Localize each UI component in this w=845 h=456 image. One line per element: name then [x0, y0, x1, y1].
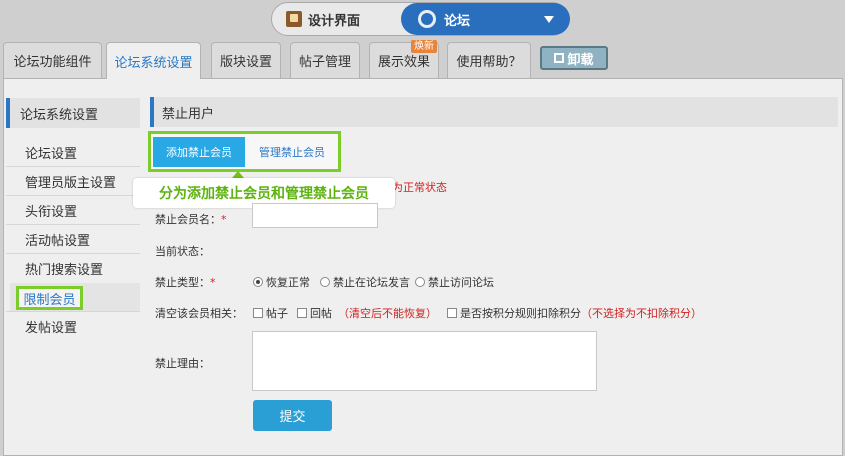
checkbox-icon [297, 308, 307, 318]
sidebar-item-activity-posts[interactable]: 活动帖设置 [25, 225, 90, 253]
box-icon [554, 53, 565, 63]
sidebar-item-posting-settings[interactable]: 发帖设置 [25, 312, 77, 340]
tab-label: 论坛功能组件 [13, 55, 92, 70]
reason-label: 禁止理由： [155, 357, 210, 370]
callout-arrow [232, 171, 244, 178]
tab-manage-banned-members[interactable]: 管理禁止会员 [255, 137, 329, 167]
submit-button[interactable]: 提交 [253, 400, 332, 431]
current-status-label: 当前状态： [155, 245, 210, 258]
clear-related-label: 清空该会员相关： [155, 307, 243, 320]
forum-mode-label: 论坛 [444, 13, 471, 29]
tab-add-banned-member[interactable]: 添加禁止会员 [153, 137, 245, 167]
status-note: 为正常状态 [392, 181, 447, 194]
tab-label: 论坛系统设置 [114, 55, 193, 71]
tab-board-settings[interactable]: 版块设置 [211, 42, 281, 78]
ban-type-label: 禁止类型：* [155, 276, 216, 289]
forum-mode-button[interactable]: 论坛 [401, 3, 570, 35]
sidebar-item-hot-search[interactable]: 热门搜索设置 [25, 254, 103, 282]
radio-ban-posting[interactable]: 禁止在论坛发言 [320, 274, 410, 290]
member-name-input[interactable] [252, 203, 378, 228]
sidebar-item-admin-moderator[interactable]: 管理员版主设置 [25, 167, 116, 195]
sidebar-item-titles[interactable]: 头衔设置 [25, 196, 77, 224]
uninstall-button[interactable]: 卸载 [540, 46, 608, 70]
checkbox-replies[interactable]: 回帖 [297, 305, 332, 321]
design-icon [286, 11, 302, 27]
member-name-label: 禁止会员名：* [155, 213, 227, 226]
mode-switcher: 设计界面 论坛 [271, 2, 570, 36]
section-title: 禁止用户 [150, 97, 838, 127]
design-mode-label: 设计界面 [308, 13, 361, 29]
tab-forum-system-settings[interactable]: 论坛系统设置 [106, 42, 201, 79]
radio-icon [320, 277, 330, 287]
checkbox-icon [253, 308, 263, 318]
checkbox-deduct-points[interactable]: 是否按积分规则扣除积分 （不选择为不扣除积分） [447, 305, 702, 321]
radio-icon [415, 277, 425, 287]
reason-textarea[interactable] [252, 331, 597, 391]
design-mode-button[interactable]: 设计界面 [286, 3, 360, 35]
sidebar-item-restrict-members[interactable]: 限制会员 [16, 286, 83, 310]
radio-ban-access[interactable]: 禁止访问论坛 [415, 274, 494, 290]
new-badge: 焕新 [411, 40, 437, 53]
tab-forum-components[interactable]: 论坛功能组件 [3, 42, 102, 78]
tab-post-management[interactable]: 帖子管理 [290, 42, 360, 78]
radio-restore-normal[interactable]: 恢复正常 [253, 274, 310, 290]
tab-label: 版块设置 [219, 55, 272, 70]
chevron-down-icon[interactable] [544, 16, 554, 23]
radio-icon [253, 277, 263, 287]
main-panel [3, 78, 843, 456]
tab-help[interactable]: 使用帮助？ [447, 42, 531, 78]
gear-icon [418, 10, 436, 28]
subtab-group: 添加禁止会员 管理禁止会员 [148, 131, 341, 172]
tab-label: 展示效果 [377, 55, 430, 70]
checkbox-posts[interactable]: 帖子 [253, 305, 288, 321]
uninstall-label: 卸载 [567, 52, 594, 68]
sidebar-title: 论坛系统设置 [6, 98, 140, 128]
irreversible-note: （清空后不能恢复） [338, 307, 437, 320]
tab-label: 使用帮助？ [456, 55, 522, 70]
sidebar-item-forum-settings[interactable]: 论坛设置 [25, 138, 77, 166]
tab-label: 帖子管理 [298, 55, 351, 70]
checkbox-icon [447, 308, 457, 318]
